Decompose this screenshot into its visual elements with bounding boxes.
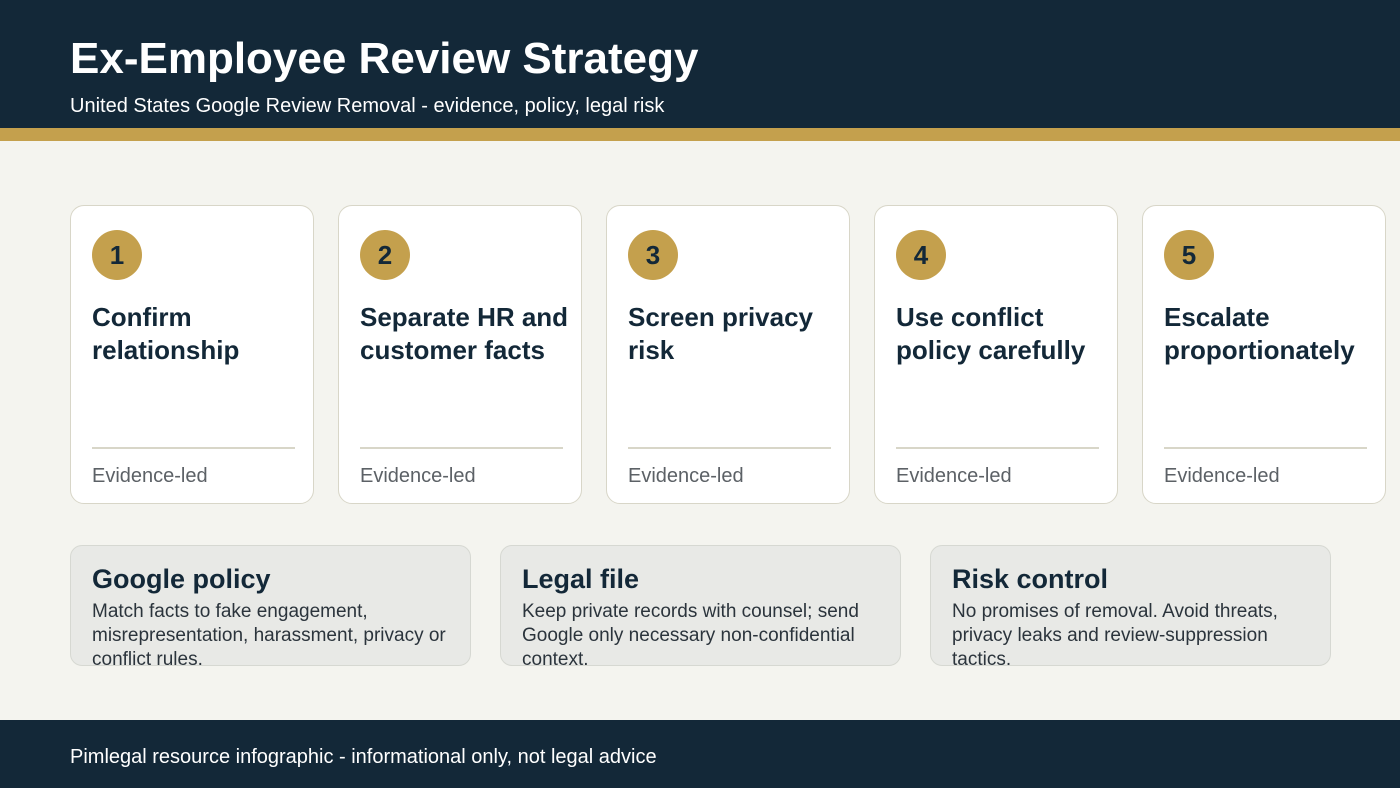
step-divider (1164, 447, 1367, 449)
header-banner: Ex-Employee Review Strategy United State… (0, 0, 1400, 128)
info-card-body: Match facts to fake engagement, misrepre… (92, 601, 446, 666)
step-card-3: 3 Screen privacy risk Evidence-led (606, 205, 850, 504)
info-card-legal-file: Legal file Keep private records with cou… (500, 545, 901, 666)
step-tag: Evidence-led (360, 465, 476, 487)
strategy-steps: 1 Confirm relationship Evidence-led 2 Se… (70, 205, 1390, 506)
step-number-badge: 2 (360, 230, 410, 280)
info-card-body: No promises of removal. Avoid threats, p… (952, 601, 1278, 666)
info-card-google-policy: Google policy Match facts to fake engage… (70, 545, 471, 666)
step-number-badge: 3 (628, 230, 678, 280)
info-card-title: Risk control (952, 564, 1109, 594)
step-title: Separate HR and customer facts (360, 302, 569, 365)
step-title: Escalate proportionately (1164, 302, 1355, 365)
step-divider (360, 447, 563, 449)
step-card-2: 2 Separate HR and customer facts Evidenc… (338, 205, 582, 504)
step-number-badge: 1 (92, 230, 142, 280)
step-title: Screen privacy risk (628, 302, 814, 365)
page-title: Ex-Employee Review Strategy (70, 34, 699, 83)
step-title: Confirm relationship (92, 302, 240, 365)
step-tag: Evidence-led (92, 465, 208, 487)
step-tag: Evidence-led (1164, 465, 1280, 487)
step-divider (628, 447, 831, 449)
gold-accent-bar (0, 128, 1400, 141)
step-card-1: 1 Confirm relationship Evidence-led (70, 205, 314, 504)
step-title: Use conflict policy carefully (896, 302, 1086, 365)
step-divider (92, 447, 295, 449)
info-card-risk-control: Risk control No promises of removal. Avo… (930, 545, 1331, 666)
step-divider (896, 447, 1099, 449)
step-number-badge: 5 (1164, 230, 1214, 280)
page-subtitle: United States Google Review Removal - ev… (70, 95, 665, 117)
step-tag: Evidence-led (896, 465, 1012, 487)
info-card-body: Keep private records with counsel; send … (522, 601, 859, 666)
footer-banner: Pimlegal resource infographic - informat… (0, 720, 1400, 788)
info-card-title: Google policy (92, 564, 271, 594)
info-card-title: Legal file (522, 564, 640, 594)
footer-disclaimer: Pimlegal resource infographic - informat… (70, 746, 657, 768)
step-card-5: 5 Escalate proportionately Evidence-led (1142, 205, 1386, 504)
step-tag: Evidence-led (628, 465, 744, 487)
step-number-badge: 4 (896, 230, 946, 280)
step-card-4: 4 Use conflict policy carefully Evidence… (874, 205, 1118, 504)
